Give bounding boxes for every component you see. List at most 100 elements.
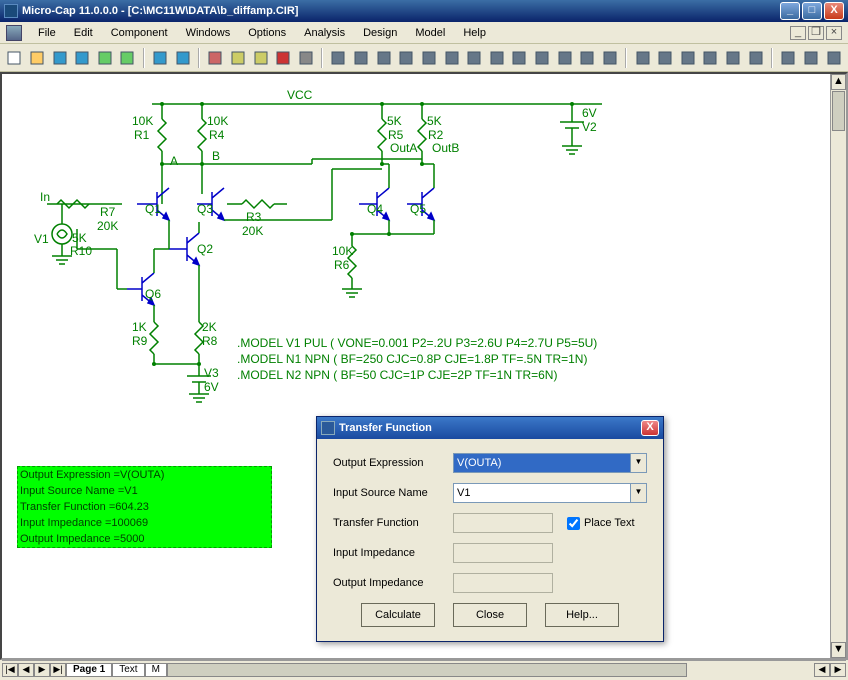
r3-ref: R3 (246, 210, 261, 224)
paste-button[interactable] (250, 47, 271, 69)
open-button[interactable] (27, 47, 48, 69)
crystal-button[interactable] (554, 47, 575, 69)
voltage-source-button[interactable] (351, 47, 372, 69)
r9-ref: R9 (132, 334, 147, 348)
menu-file[interactable]: File (30, 25, 64, 41)
mdi-restore-button[interactable]: ❐ (808, 26, 824, 40)
inductor-button[interactable] (419, 47, 440, 69)
menu-windows[interactable]: Windows (178, 25, 239, 41)
tile-vert-button[interactable] (655, 47, 676, 69)
schematic-canvas[interactable]: VCC 10K R1 10K R4 5K R5 5K R2 6V V2 OutA… (2, 74, 846, 658)
menu-component[interactable]: Component (103, 25, 176, 41)
r4-val: 10K (207, 114, 228, 128)
close-button[interactable]: X (824, 2, 844, 20)
capacitor-button[interactable] (373, 47, 394, 69)
cut-button[interactable] (205, 47, 226, 69)
tab-m[interactable]: M (145, 663, 167, 677)
place-text-checkbox[interactable] (567, 517, 580, 530)
zoom-button[interactable] (745, 47, 766, 69)
transformer-button[interactable] (532, 47, 553, 69)
result-tf: Transfer Function =604.23 (20, 499, 269, 515)
tab-text[interactable]: Text (112, 663, 144, 677)
r7-val: 20K (97, 219, 118, 233)
app-icon (4, 4, 18, 18)
copy-button[interactable] (228, 47, 249, 69)
tab-first-button[interactable]: |◀ (2, 663, 18, 677)
minimize-button[interactable]: _ (780, 2, 800, 20)
undo-button[interactable] (150, 47, 171, 69)
v2-val: 6V (582, 106, 597, 120)
menu-edit[interactable]: Edit (66, 25, 101, 41)
help-button[interactable]: Help... (545, 603, 619, 627)
op-amp-button[interactable] (487, 47, 508, 69)
window1-button[interactable] (700, 47, 721, 69)
out-expr-input[interactable] (453, 453, 631, 473)
save-button[interactable] (49, 47, 70, 69)
menu-help[interactable]: Help (455, 25, 494, 41)
mdi-min-button[interactable]: _ (790, 26, 806, 40)
result-in-src: Input Source Name =V1 (20, 483, 269, 499)
menu-model[interactable]: Model (407, 25, 453, 41)
select-area-button[interactable] (296, 47, 317, 69)
window2-button[interactable] (723, 47, 744, 69)
q6: Q6 (145, 287, 161, 301)
nand-button[interactable] (509, 47, 530, 69)
mdi-close-button[interactable]: × (826, 26, 842, 40)
r9-val: 1K (132, 320, 147, 334)
tile-horiz-button[interactable] (632, 47, 653, 69)
scroll-down-button[interactable]: ▼ (831, 642, 846, 658)
hscroll-track[interactable] (167, 663, 814, 677)
hscroll-left-button[interactable]: ◀ (814, 663, 830, 677)
schematic-area: VCC 10K R1 10K R4 5K R5 5K R2 6V V2 OutA… (0, 72, 848, 660)
hscroll-right-button[interactable]: ▶ (830, 663, 846, 677)
tab-last-button[interactable]: ▶| (50, 663, 66, 677)
schematic-button[interactable] (95, 47, 116, 69)
maximize-button[interactable]: □ (802, 2, 822, 20)
tab-page1[interactable]: Page 1 (66, 663, 112, 677)
vscroll-thumb[interactable] (832, 91, 845, 131)
resistor-button[interactable] (396, 47, 417, 69)
dialog-close-button[interactable]: X (641, 420, 659, 436)
r8-ref: R8 (202, 334, 217, 348)
lamp-button[interactable] (577, 47, 598, 69)
net-vcc: VCC (287, 88, 312, 102)
model-line-1: .MODEL V1 PUL ( VONE=0.001 P2=.2U P3=2.6… (237, 336, 597, 350)
hscroll-thumb[interactable] (167, 663, 687, 677)
delete-button[interactable] (273, 47, 294, 69)
out-expr-dropdown[interactable]: ▼ (631, 453, 647, 473)
toolbar (0, 44, 848, 72)
r10-ref: R10 (70, 244, 92, 258)
dialog-titlebar[interactable]: Transfer Function X (317, 417, 663, 439)
new-button[interactable] (4, 47, 25, 69)
tab-next-button[interactable]: ▶ (34, 663, 50, 677)
menu-options[interactable]: Options (240, 25, 294, 41)
result-out-imp: Output Impedance =5000 (20, 531, 269, 547)
dialog-title: Transfer Function (339, 422, 641, 434)
in-src-input[interactable] (453, 483, 631, 503)
mosfet-button[interactable] (464, 47, 485, 69)
save-all-button[interactable] (72, 47, 93, 69)
circle-button[interactable] (600, 47, 621, 69)
diode-button[interactable] (441, 47, 462, 69)
close-dialog-button[interactable]: Close (453, 603, 527, 627)
vertical-scrollbar[interactable]: ▲ ▼ (830, 74, 846, 658)
calculate-button[interactable]: Calculate (361, 603, 435, 627)
r5-val: 5K (387, 114, 402, 128)
cascade-button[interactable] (678, 47, 699, 69)
help-button[interactable] (823, 47, 844, 69)
in-src-dropdown[interactable]: ▼ (631, 483, 647, 503)
tab-prev-button[interactable]: ◀ (18, 663, 34, 677)
r7-ref: R7 (100, 205, 115, 219)
r5-ref: R5 (388, 128, 403, 142)
tf-label: Transfer Function (333, 517, 453, 529)
plot-button[interactable] (801, 47, 822, 69)
menu-analysis[interactable]: Analysis (296, 25, 353, 41)
r2-ref: R2 (428, 128, 443, 142)
spreadsheet-button[interactable] (117, 47, 138, 69)
globe-button[interactable] (778, 47, 799, 69)
tf-output (453, 513, 553, 533)
redo-button[interactable] (172, 47, 193, 69)
menu-design[interactable]: Design (355, 25, 405, 41)
scroll-up-button[interactable]: ▲ (831, 74, 846, 90)
ground-button[interactable] (328, 47, 349, 69)
